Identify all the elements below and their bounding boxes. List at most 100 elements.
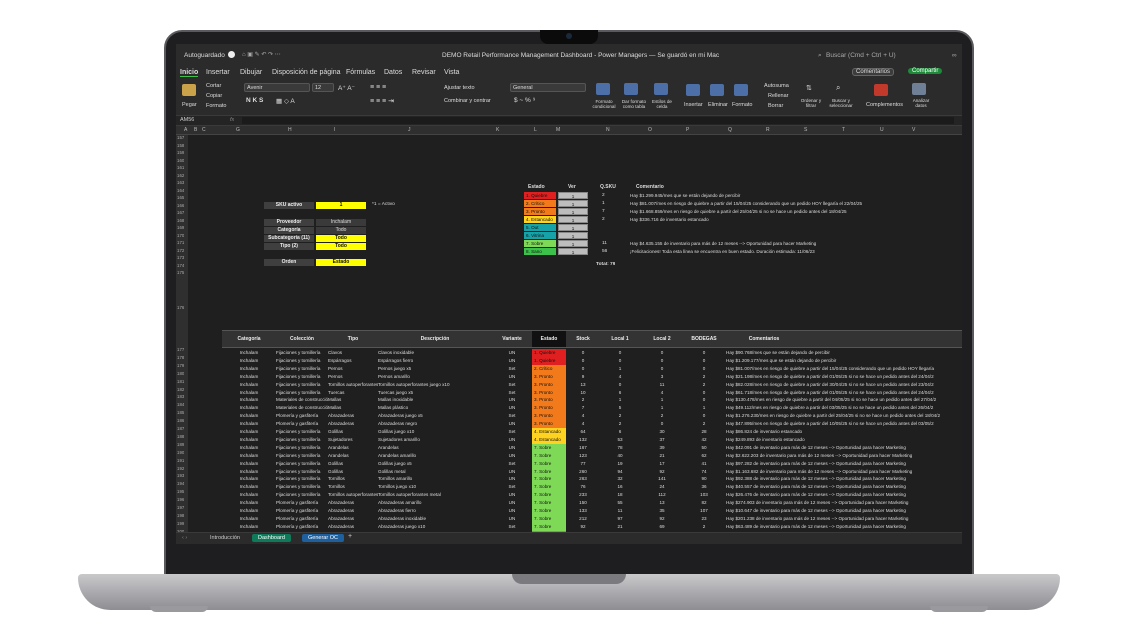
row-number[interactable]: 172 (177, 248, 184, 253)
table-row[interactable]: Inchalam Fijaciones y tornillería Golillas… (222, 428, 962, 436)
sku-activo-value[interactable]: 1 (316, 202, 366, 209)
row-number[interactable]: 175 (177, 270, 184, 275)
column-header[interactable]: P (686, 127, 689, 133)
table-row[interactable]: Inchalam Fijaciones y tornillería Tornillo… (222, 483, 962, 492)
table-row[interactable]: Inchalam Materiales de construcción Mallas… (222, 396, 962, 405)
copy-button[interactable]: Copiar (206, 93, 222, 99)
comments-button[interactable]: Comentarios (852, 68, 895, 76)
th-local2[interactable]: Local 2 (640, 336, 684, 342)
table-row[interactable]: Inchalam Fijaciones y tornillería Pernos Pe… (222, 372, 962, 381)
row-number[interactable]: 194 (177, 481, 184, 486)
grow-font-icon[interactable]: A⁺ A⁻ (338, 84, 355, 92)
format-cells-label[interactable]: Formato (732, 102, 752, 108)
summary-ver-toggle[interactable]: 1 (558, 208, 588, 215)
summary-ver-toggle[interactable]: 1 (558, 224, 588, 231)
summary-ver-toggle[interactable]: 1 (558, 200, 588, 207)
th-comentarios[interactable]: Comentarios (724, 336, 804, 342)
search-icon[interactable]: ⌕ (818, 52, 822, 60)
merge-center-button[interactable]: Combinar y centrar (444, 98, 491, 104)
table-row[interactable]: Inchalam Plomería y gasfitería Abrazaderas… (222, 507, 962, 515)
analyze-data-label[interactable]: Analizar datos (910, 98, 932, 108)
tab-revisar[interactable]: Revisar (412, 69, 436, 76)
th-variante[interactable]: Variante (492, 336, 532, 342)
sort-filter-label[interactable]: Ordenar y filtrar (800, 98, 822, 108)
table-row[interactable]: Inchalam Materiales de construcción Mallas… (222, 404, 962, 413)
table-row[interactable]: Inchalam Plomería y gasfitería Abrazaderas… (222, 420, 962, 428)
th-tipo[interactable]: Tipo (328, 336, 378, 342)
row-number[interactable]: 169 (177, 225, 184, 230)
row-number[interactable]: 193 (177, 473, 184, 478)
tab-formulas[interactable]: Fórmulas (346, 69, 375, 76)
column-header[interactable]: S (804, 127, 807, 133)
table-row[interactable]: Inchalam Fijaciones y tornillería Arandela… (222, 451, 962, 460)
column-header[interactable]: U (880, 127, 884, 133)
row-number[interactable]: 159 (177, 150, 184, 155)
subcategoria-value[interactable]: Todo (316, 235, 366, 242)
conditional-format-label[interactable]: Formato condicional (592, 99, 616, 109)
formula-input[interactable] (242, 117, 954, 124)
row-number[interactable]: 189 (177, 442, 184, 447)
table-row[interactable]: Inchalam Fijaciones y tornillería Sujetado… (222, 435, 962, 444)
bold-italic-underline-icons[interactable]: N K S (246, 97, 263, 104)
table-row[interactable]: Inchalam Fijaciones y tornillería Tornillo… (222, 491, 962, 500)
summary-ver-toggle[interactable]: 1 (558, 248, 588, 255)
column-header[interactable]: I (334, 127, 335, 133)
find-select-icon[interactable]: ⌕ (836, 83, 840, 93)
delete-cells-icon[interactable] (710, 84, 724, 96)
sheet-tab-generar-oc[interactable]: Generar OC (302, 534, 344, 542)
row-number[interactable]: 165 (177, 195, 184, 200)
autosum-button[interactable]: Autosuma (764, 83, 789, 89)
row-number[interactable]: 183 (177, 394, 184, 399)
row-number[interactable]: 184 (177, 402, 184, 407)
insert-cells-label[interactable]: Insertar (684, 102, 703, 108)
th-local1[interactable]: Local 1 (600, 336, 640, 342)
column-header[interactable]: H (288, 127, 292, 133)
row-number[interactable]: 170 (177, 233, 184, 238)
proveedor-value[interactable]: Inchalam (316, 219, 366, 226)
delete-cells-label[interactable]: Eliminar (708, 102, 728, 108)
tab-datos[interactable]: Datos (384, 69, 402, 76)
row-number[interactable]: 166 (177, 203, 184, 208)
table-row[interactable]: Inchalam Fijaciones y tornillería Tornillo… (222, 475, 962, 484)
sort-filter-icon[interactable]: ⇅ (806, 84, 812, 92)
column-header[interactable]: N (606, 127, 610, 133)
row-number[interactable]: 174 (177, 263, 184, 268)
table-row[interactable]: Inchalam Fijaciones y tornillería Tuercas T… (222, 388, 962, 397)
table-row[interactable]: Inchalam Fijaciones y tornillería Arandela… (222, 443, 962, 452)
row-number[interactable]: 177 (177, 347, 184, 352)
format-table-icon[interactable] (624, 83, 638, 95)
table-row[interactable]: Inchalam Fijaciones y tornillería Clavos Cl… (222, 349, 962, 357)
row-number[interactable]: 164 (177, 188, 184, 193)
tab-vista[interactable]: Vista (444, 69, 459, 76)
row-number[interactable]: 161 (177, 165, 184, 170)
format-painter-button[interactable]: Formato (206, 103, 226, 109)
row-number[interactable]: 196 (177, 497, 184, 502)
fx-icon[interactable]: fx (230, 117, 234, 123)
sheet-tab-dashboard[interactable]: Dashboard (252, 534, 291, 542)
summary-ver-toggle[interactable]: 1 (558, 216, 588, 223)
share-button[interactable]: Compartir (908, 68, 943, 74)
row-number[interactable]: 162 (177, 173, 184, 178)
table-row[interactable]: Inchalam Plomería y gasfitería Abrazaderas… (222, 514, 962, 523)
cell-styles-label[interactable]: Estilos de celda (650, 99, 674, 109)
column-header[interactable]: O (648, 127, 652, 133)
column-header[interactable]: T (842, 127, 845, 133)
tab-insertar[interactable]: Insertar (206, 69, 230, 76)
summary-ver-toggle[interactable]: 1 (558, 232, 588, 239)
row-number[interactable]: 191 (177, 458, 184, 463)
clear-button[interactable]: Borrar (768, 103, 783, 109)
column-header[interactable]: V (912, 127, 915, 133)
search-field[interactable]: Buscar (Cmd + Ctrl + U) (826, 52, 896, 59)
row-number[interactable]: 173 (177, 255, 184, 260)
align-icons[interactable]: ≡ ≡ ≡ (370, 84, 386, 91)
th-stock[interactable]: Stock (566, 336, 600, 342)
cell-styles-icon[interactable] (654, 83, 668, 95)
row-number[interactable]: 186 (177, 418, 184, 423)
orden-value[interactable]: Estado (316, 259, 366, 266)
th-estado[interactable]: Estado (532, 331, 566, 347)
row-number[interactable]: 176 (177, 305, 184, 310)
row-number[interactable]: 185 (177, 410, 184, 415)
row-number[interactable]: 168 (177, 218, 184, 223)
table-row[interactable]: Inchalam Fijaciones y tornillería Golillas… (222, 467, 962, 476)
paste-label[interactable]: Pegar (182, 102, 197, 108)
